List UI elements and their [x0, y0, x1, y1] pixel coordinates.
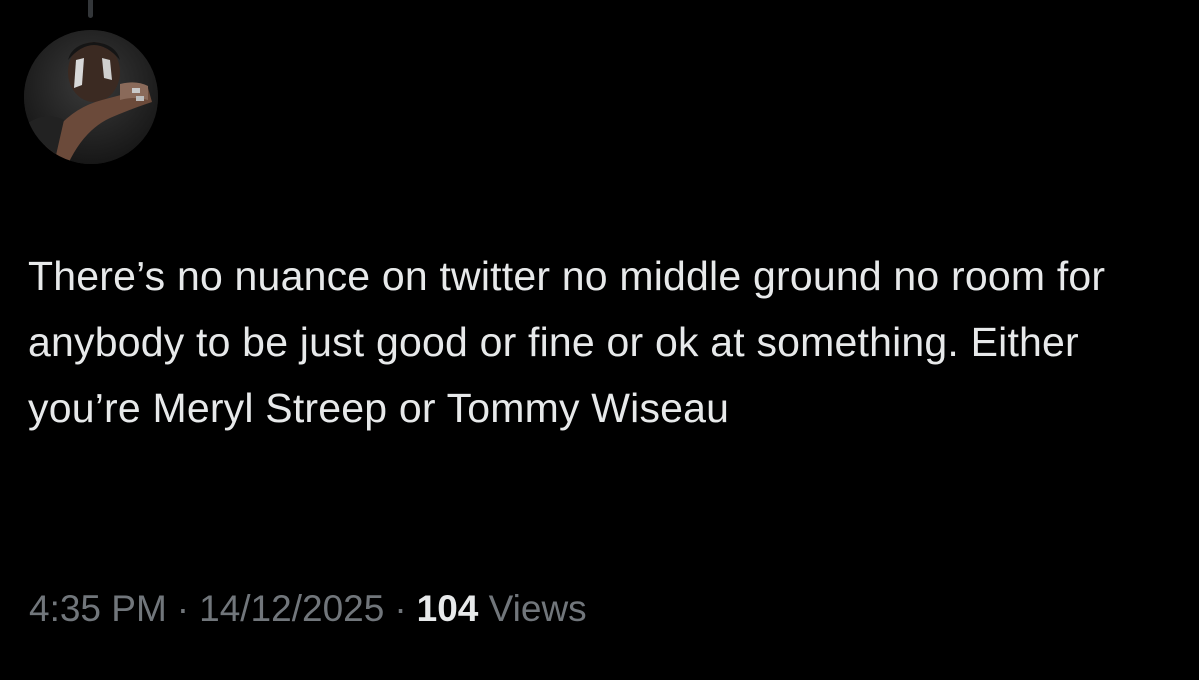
user-avatar[interactable] — [24, 30, 158, 164]
tweet-time[interactable]: 4:35 PM — [29, 588, 167, 629]
thread-connector-line — [88, 0, 93, 18]
meta-separator: · — [176, 588, 190, 629]
tweet-date[interactable]: 14/12/2025 — [199, 588, 384, 629]
views-count[interactable]: 104 — [417, 588, 479, 629]
avatar-photo-icon — [24, 30, 158, 164]
tweet-text: There’s no nuance on twitter no middle g… — [28, 253, 1106, 431]
meta-separator: · — [394, 588, 407, 629]
views-label: Views — [488, 588, 587, 629]
tweet-metadata: 4:35 PM · 14/12/2025 · 104 Views — [29, 584, 587, 634]
